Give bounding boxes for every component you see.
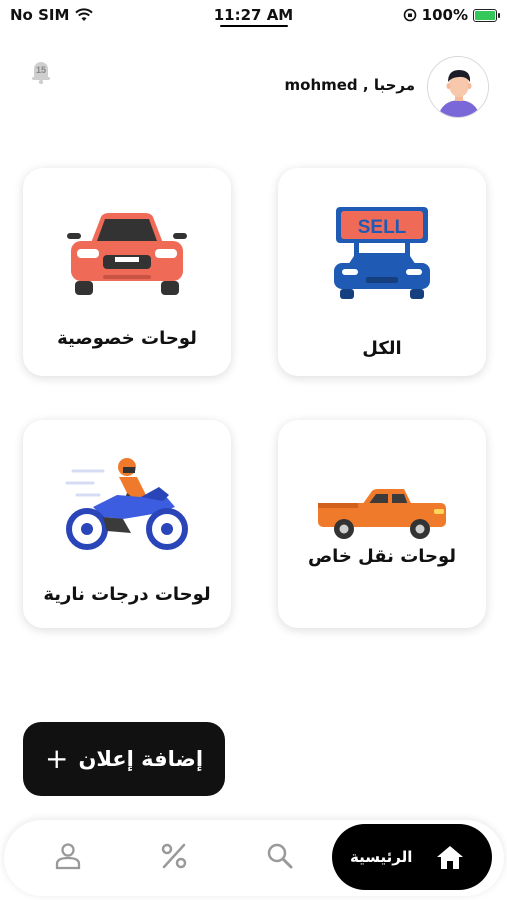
- category-label-motorcycles: لوحات درجات نارية: [43, 584, 211, 605]
- motorcycle-icon: [23, 446, 231, 556]
- plus-icon: +: [44, 742, 69, 775]
- category-card-motorcycles[interactable]: لوحات درجات نارية: [23, 420, 231, 628]
- private-car-icon: [23, 198, 231, 308]
- status-right: 100%: [403, 6, 500, 24]
- category-label-private: لوحات خصوصية: [57, 328, 197, 349]
- status-underline: [220, 25, 288, 27]
- percent-icon[interactable]: [160, 842, 188, 870]
- svg-text:SELL: SELL: [358, 217, 407, 238]
- status-bar: No SIM 11:27 AM 100%: [0, 0, 507, 30]
- battery-icon: [473, 8, 500, 22]
- sell-car-icon: SELL: [278, 198, 486, 308]
- battery-percent: 100%: [421, 6, 468, 24]
- nav-item-home[interactable]: الرئيسية: [332, 824, 492, 890]
- profile-icon[interactable]: [54, 842, 82, 870]
- home-icon: [437, 846, 463, 869]
- add-ad-label: إضافة إعلان: [78, 747, 204, 771]
- notification-count: 15: [36, 65, 46, 75]
- nav-home-label: الرئيسية: [350, 848, 413, 866]
- category-label-all: الكل: [362, 338, 402, 359]
- add-ad-button[interactable]: + إضافة إعلان: [23, 722, 225, 796]
- search-icon[interactable]: [266, 842, 294, 870]
- orientation-lock-icon: [403, 8, 416, 22]
- notification-bell-icon[interactable]: 15: [26, 56, 56, 86]
- greeting-text: mohmed , مرحبا: [284, 76, 415, 94]
- avatar[interactable]: [427, 56, 489, 118]
- category-card-all[interactable]: SELL الكل: [278, 168, 486, 376]
- bottom-nav: الرئيسية: [4, 820, 504, 896]
- category-card-private[interactable]: لوحات خصوصية: [23, 168, 231, 376]
- category-label-transport: لوحات نقل خاص: [307, 546, 457, 567]
- category-card-transport[interactable]: لوحات نقل خاص: [278, 420, 486, 628]
